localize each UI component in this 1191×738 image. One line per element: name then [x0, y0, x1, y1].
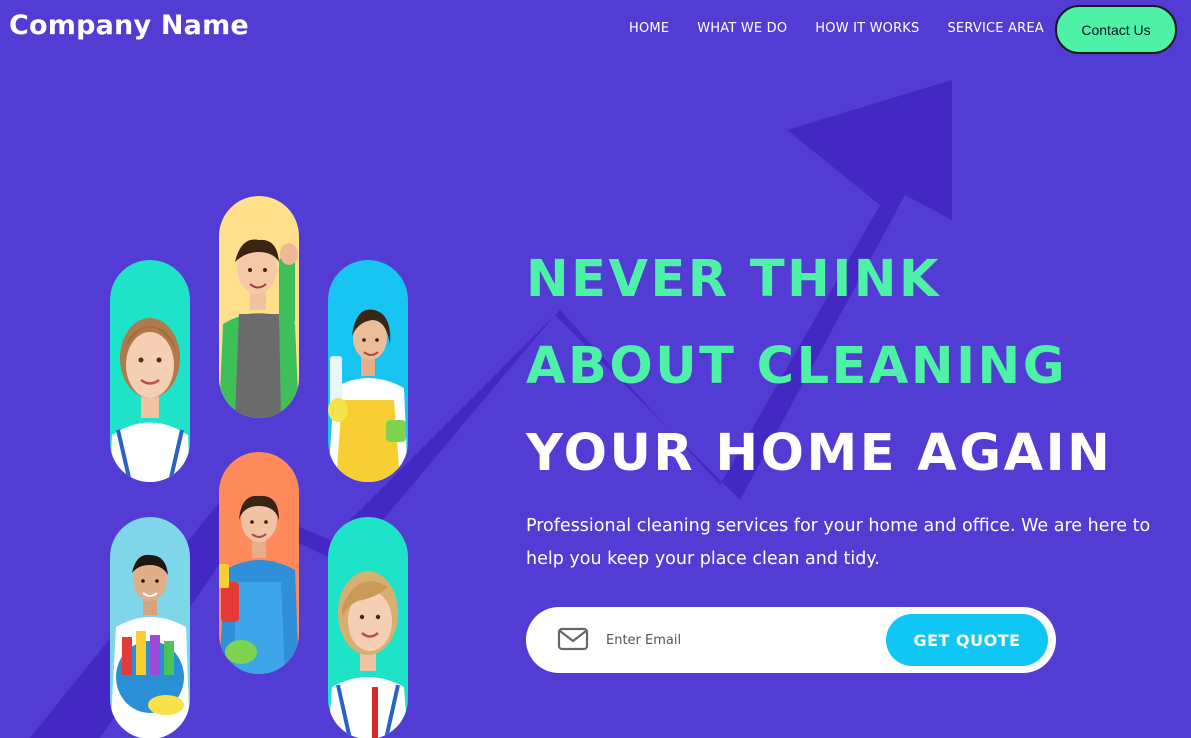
headline-line-3: YOUR HOME AGAIN: [526, 424, 1113, 483]
headline-line-1: NEVER THINK: [526, 250, 942, 309]
photo-man-with-supplies: [110, 517, 190, 738]
nav-what-we-do[interactable]: WHAT WE DO: [697, 21, 787, 36]
main-nav: HOME WHAT WE DO HOW IT WORKS SERVICE ARE…: [629, 21, 1072, 36]
email-input[interactable]: [606, 627, 876, 653]
photo-woman-with-spray: [328, 260, 408, 482]
photo-woman-smiling-2: [328, 517, 408, 738]
get-quote-button[interactable]: GET QUOTE: [886, 614, 1048, 666]
hero-headline: NEVER THINK ABOUT CLEANING YOUR HOME AGA…: [526, 236, 1112, 497]
photo-man-with-gloves: [219, 196, 299, 418]
nav-home[interactable]: HOME: [629, 21, 669, 36]
photo-woman-smiling-1: [110, 260, 190, 482]
nav-how-it-works[interactable]: HOW IT WORKS: [815, 21, 919, 36]
contact-us-button[interactable]: Contact Us: [1055, 5, 1177, 54]
mail-icon: [557, 627, 589, 651]
photo-woman-with-bucket: [219, 452, 299, 674]
brand-logo[interactable]: Company Name: [9, 10, 249, 41]
headline-line-2: ABOUT CLEANING: [526, 337, 1068, 396]
nav-service-area[interactable]: SERVICE AREA: [947, 21, 1043, 36]
quote-form: GET QUOTE: [526, 607, 1056, 673]
hero-subtext: Professional cleaning services for your …: [526, 516, 1151, 569]
